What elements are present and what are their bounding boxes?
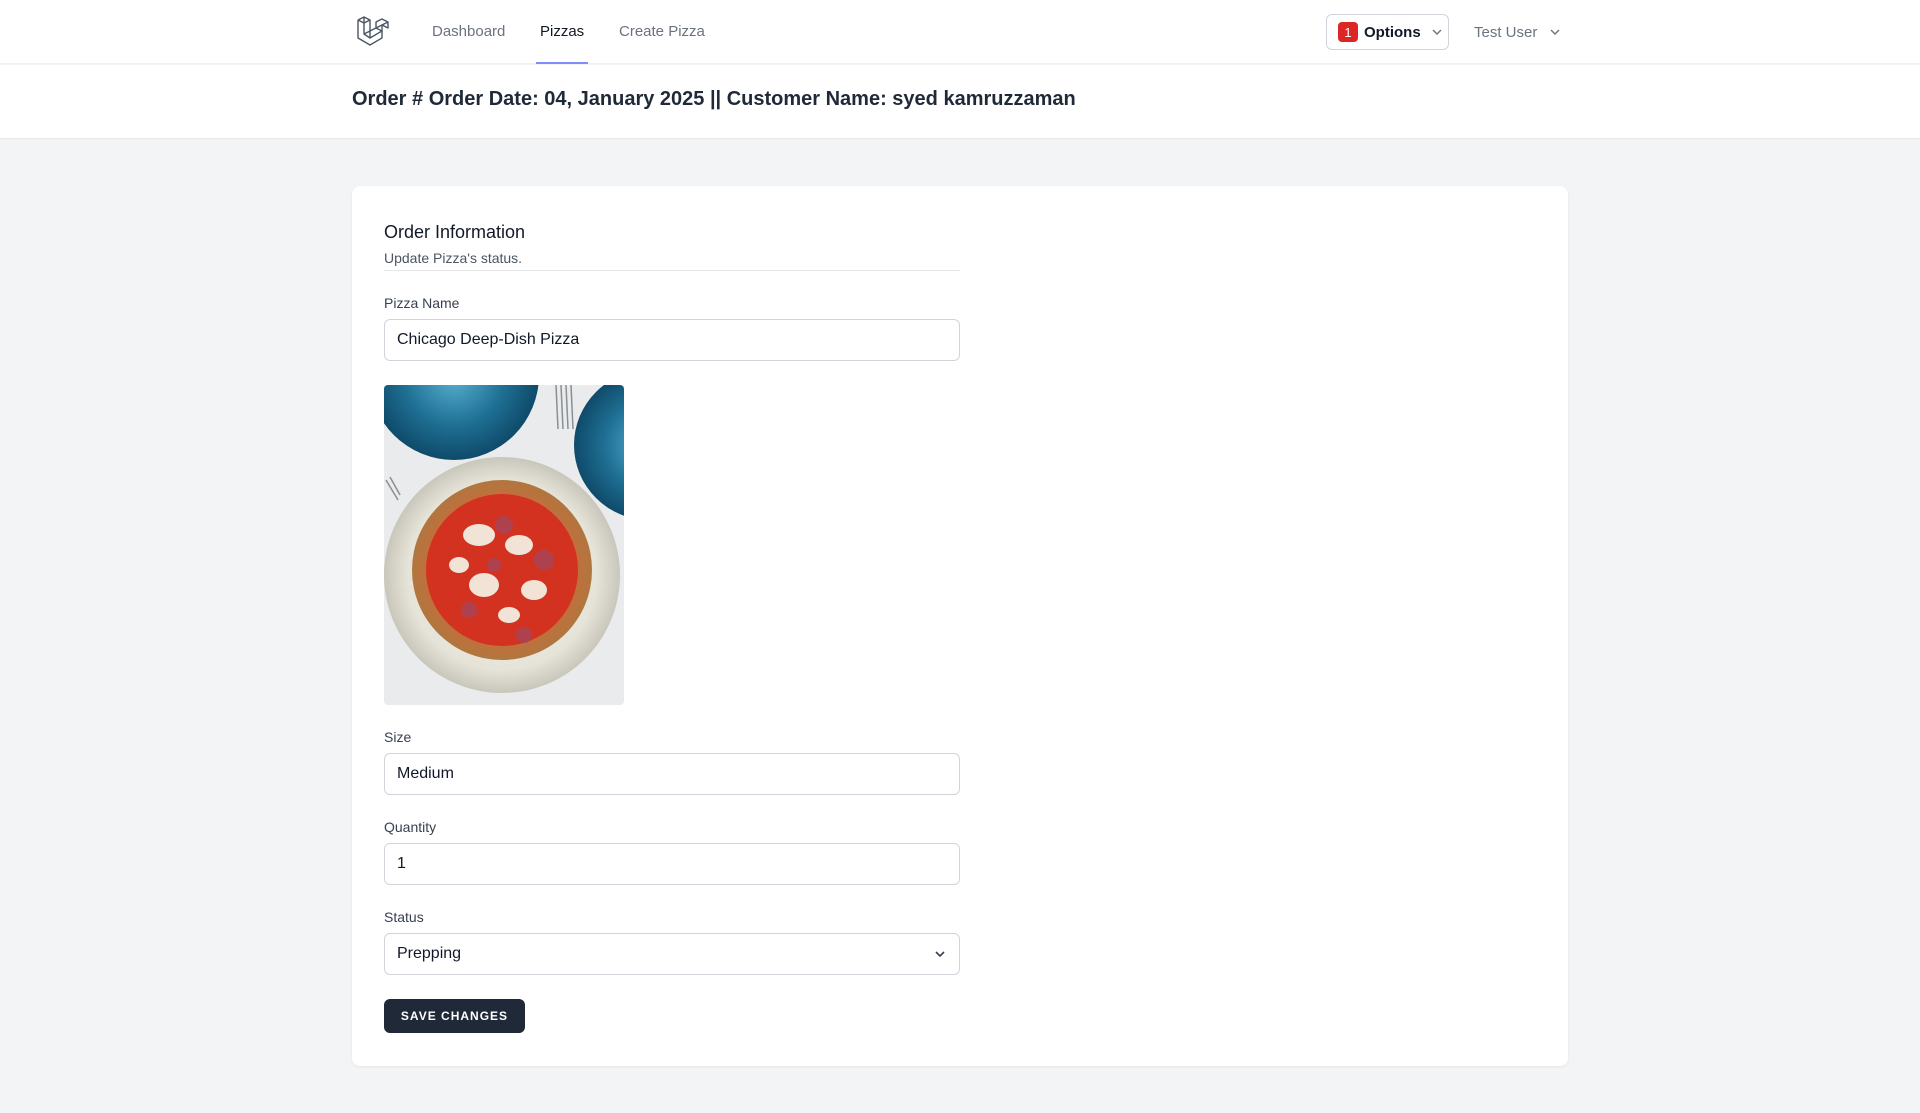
status-select-value: Prepping bbox=[397, 945, 462, 962]
options-dropdown-button[interactable]: 1 Options bbox=[1326, 14, 1449, 50]
laravel-logo-icon[interactable] bbox=[354, 14, 390, 50]
section-subtitle: Update Pizza's status. bbox=[384, 250, 523, 266]
nav-link-create-pizza[interactable]: Create Pizza bbox=[619, 0, 705, 64]
chevron-down-icon bbox=[1550, 29, 1560, 35]
pizza-name-label: Pizza Name bbox=[384, 295, 460, 311]
nav-link-pizzas[interactable]: Pizzas bbox=[535, 0, 589, 64]
chevron-down-icon bbox=[1432, 29, 1442, 35]
pizza-image bbox=[384, 385, 624, 705]
page-title: Order # Order Date: 04, January 2025 || … bbox=[352, 88, 1076, 110]
top-navbar: Dashboard Pizzas Create Pizza 1 Options … bbox=[0, 0, 1920, 64]
options-label: Options bbox=[1364, 23, 1421, 41]
status-select[interactable]: Prepping bbox=[384, 933, 960, 975]
size-input[interactable] bbox=[384, 753, 960, 795]
order-form-card: Order Information Update Pizza's status.… bbox=[352, 186, 1568, 1066]
section-title: Order Information bbox=[384, 222, 526, 242]
status-label: Status bbox=[384, 909, 424, 925]
chevron-down-icon bbox=[935, 951, 945, 958]
notification-badge: 1 bbox=[1338, 22, 1358, 42]
save-changes-button[interactable]: SAVE CHANGES bbox=[384, 999, 525, 1033]
nav-link-dashboard[interactable]: Dashboard bbox=[432, 0, 505, 64]
quantity-input[interactable] bbox=[384, 843, 960, 885]
page-header: Order # Order Date: 04, January 2025 || … bbox=[0, 65, 1920, 138]
user-menu-button[interactable]: Test User bbox=[1474, 14, 1561, 50]
quantity-label: Quantity bbox=[384, 819, 437, 835]
user-name: Test User bbox=[1474, 23, 1538, 41]
section-divider bbox=[384, 270, 960, 271]
size-label: Size bbox=[384, 729, 412, 745]
pizza-name-input[interactable] bbox=[384, 319, 960, 361]
